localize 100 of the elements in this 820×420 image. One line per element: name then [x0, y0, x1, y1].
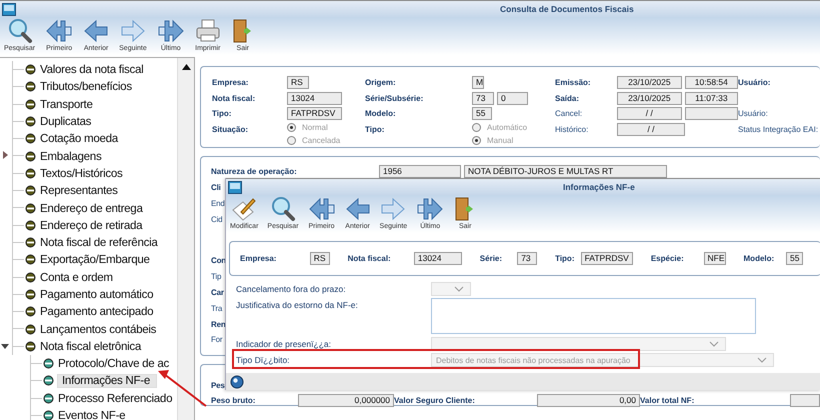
radio-button[interactable]: [287, 123, 296, 132]
expander-icon[interactable]: [1, 151, 9, 160]
field-label: Peso bruto:: [211, 396, 256, 405]
text-field[interactable]: 1956: [379, 165, 461, 178]
tree-item[interactable]: Protocolo/Chave de ac: [57, 357, 170, 370]
tree-item[interactable]: Representantes: [39, 184, 119, 198]
dropdown[interactable]: [431, 337, 726, 351]
field-label: Origem:: [365, 78, 396, 88]
text-field[interactable]: 55: [472, 107, 492, 120]
text-field[interactable]: 10:58:54: [684, 76, 738, 90]
search-icon: [6, 18, 33, 44]
circle-icon: [25, 185, 36, 196]
search-icon: [270, 196, 296, 222]
chevron-down-icon[interactable]: [709, 341, 719, 347]
tree-item[interactable]: Nota fiscal eletrônica: [39, 340, 142, 353]
tree-item[interactable]: Exportação/Embarque: [39, 253, 151, 266]
tree-item[interactable]: Eventos NF-e: [57, 409, 126, 420]
text-field[interactable]: 0: [497, 92, 528, 105]
tree-item[interactable]: Textos/Históricos: [39, 166, 124, 180]
tree-item[interactable]: Pagamento antecipado: [39, 305, 154, 318]
text-field[interactable]: 13024: [287, 92, 342, 105]
field-label: Pes: [211, 381, 225, 390]
radio-label: Cancelada: [302, 136, 340, 145]
circle-icon: [25, 98, 36, 110]
scroll-up-icon[interactable]: [182, 64, 190, 70]
field-label: Car: [211, 286, 224, 299]
circle-icon: [25, 237, 36, 248]
circle-icon: [25, 81, 36, 92]
window-title: Consulta de Documentos Fiscais: [500, 4, 634, 14]
tree-item[interactable]: Pagamento automático: [39, 288, 154, 301]
window-icon: [228, 180, 242, 194]
text-field[interactable]: RS: [310, 252, 330, 265]
circle-icon: [25, 116, 36, 128]
window-icon: [2, 2, 16, 16]
expander-icon[interactable]: [1, 342, 9, 350]
left-arrow-icon: [344, 196, 371, 222]
globe-icon[interactable]: [230, 374, 244, 388]
circle-icon: [25, 289, 36, 300]
field-label: Cancelamento fora do prazo:: [236, 283, 347, 296]
text-field[interactable]: M: [472, 76, 484, 90]
text-field[interactable]: 11:07:33: [684, 92, 738, 105]
field-label: Tipo:: [212, 109, 232, 118]
text-field[interactable]: 0,000000: [298, 394, 394, 407]
circle-icon: [25, 254, 36, 266]
tree-item[interactable]: Lançamentos contábeis: [39, 322, 158, 336]
text-field[interactable]: [790, 394, 820, 407]
tree-item[interactable]: Embalagens: [39, 150, 102, 163]
right-arrow-icon: [380, 196, 406, 222]
field-label: Tra: [211, 302, 222, 315]
field-label: Espécie:: [650, 254, 685, 263]
tree-item[interactable]: Duplicatas: [39, 115, 92, 128]
text-field[interactable]: 23/10/2025: [617, 92, 682, 105]
text-field[interactable]: NFE: [704, 252, 726, 265]
text-field[interactable]: 55: [786, 252, 803, 265]
tree-item[interactable]: Valores da nota fiscal: [39, 63, 144, 76]
tree-item[interactable]: Processo Referenciado: [57, 392, 174, 405]
text-field[interactable]: FATPRDSV: [580, 252, 633, 265]
double-left-arrow-icon: [308, 196, 336, 222]
tree-item[interactable]: Nota fiscal de referência: [39, 236, 159, 250]
text-field[interactable]: FATPRDSV: [287, 107, 342, 120]
text-field[interactable]: NOTA DÉBITO-JUROS E MULTAS RT: [464, 165, 667, 178]
radio-button[interactable]: [472, 136, 481, 145]
circle-icon: [25, 64, 36, 76]
field-label: Usuário:: [738, 78, 770, 88]
chevron-down-icon[interactable]: [757, 357, 767, 363]
double-right-arrow-icon: [416, 196, 444, 222]
text-field[interactable]: / /: [617, 122, 685, 136]
scrollbar[interactable]: [177, 58, 194, 420]
text-field[interactable]: 73: [517, 252, 538, 265]
text-field[interactable]: 73: [472, 92, 494, 105]
tree-item[interactable]: Tributos/benefícios: [39, 80, 133, 94]
tree-item[interactable]: Endereço de retirada: [39, 218, 144, 232]
field-label: Cancel:: [555, 109, 582, 118]
text-field[interactable]: [684, 107, 738, 120]
field-label: Nota fiscal:: [212, 94, 256, 103]
circle-icon: [25, 168, 36, 179]
tree-item[interactable]: Transporte: [39, 98, 94, 111]
chevron-down-icon[interactable]: [454, 286, 464, 292]
dropdown[interactable]: [431, 282, 471, 296]
tree-item[interactable]: Endereço de entrega: [39, 202, 144, 215]
field-label: Status Integração EAI:: [738, 124, 818, 134]
text-field[interactable]: 13024: [414, 252, 462, 265]
field-label: Cli: [211, 182, 221, 194]
field-label: Saída:: [555, 94, 580, 103]
radio-button[interactable]: [472, 123, 481, 132]
field-label: Usuário:: [738, 109, 768, 118]
text-field[interactable]: 23/10/2025: [617, 76, 682, 90]
field-label: Modelo:: [744, 254, 776, 263]
field-label: Valor Seguro Cliente:: [394, 396, 476, 405]
field-label: Tipo:: [555, 254, 576, 263]
text-field[interactable]: RS: [287, 76, 309, 90]
tree-item[interactable]: Cotação moeda: [39, 132, 119, 146]
field-label: For: [211, 334, 222, 346]
text-field[interactable]: / /: [617, 107, 682, 120]
field-label: Série:: [480, 254, 504, 263]
text-field[interactable]: 0,00: [537, 394, 640, 407]
tree-item[interactable]: Informações NF-e: [57, 374, 157, 388]
radio-button[interactable]: [287, 136, 296, 145]
tree-item[interactable]: Conta e ordem: [39, 270, 114, 284]
printer-icon: [194, 18, 221, 44]
